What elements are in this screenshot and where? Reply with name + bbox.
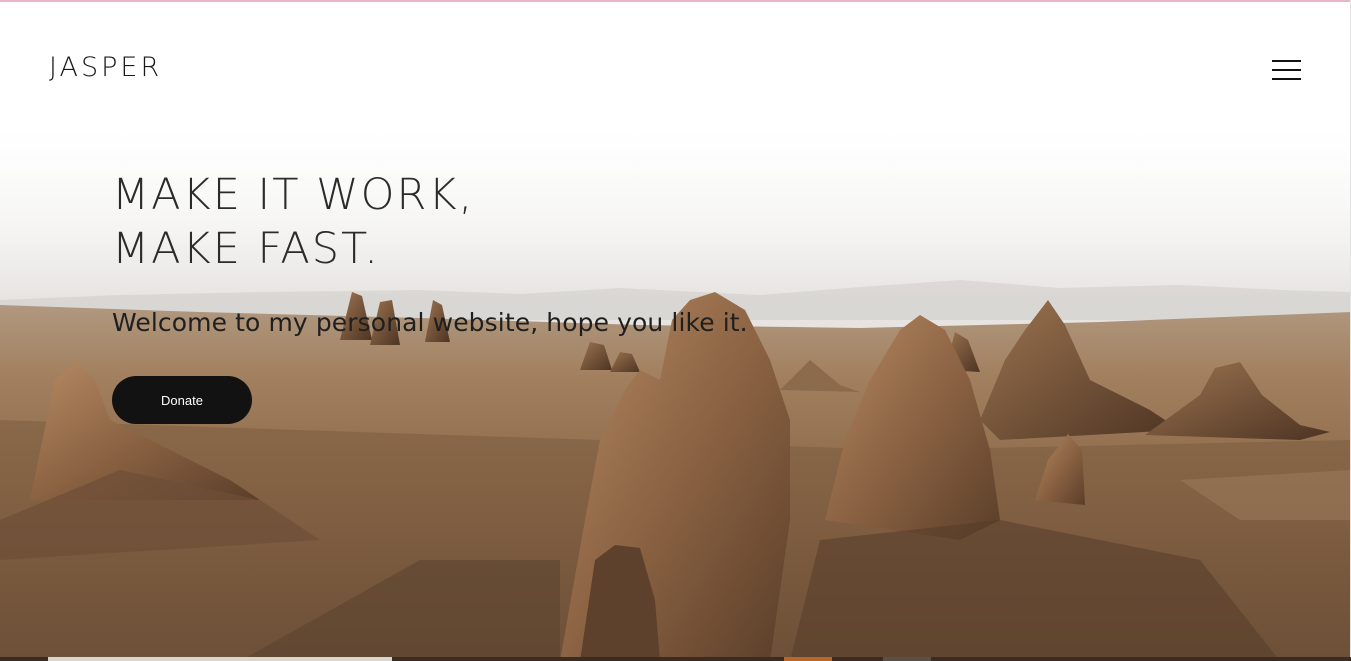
hero-subtext: Welcome to my personal website, hope you… bbox=[112, 308, 748, 337]
bottom-image-strip bbox=[0, 657, 1351, 661]
donate-button[interactable]: Donate bbox=[112, 376, 252, 424]
hero-headline-line-1: MAKE IT WORK, bbox=[112, 170, 475, 220]
hero-headline: MAKE IT WORK, MAKE FAST. bbox=[112, 168, 812, 276]
site-logo[interactable]: JASPER bbox=[49, 52, 162, 83]
hero-headline-line-2: MAKE FAST. bbox=[112, 224, 380, 274]
hamburger-menu-button[interactable] bbox=[1268, 56, 1302, 82]
site-header: JASPER bbox=[0, 2, 1351, 132]
